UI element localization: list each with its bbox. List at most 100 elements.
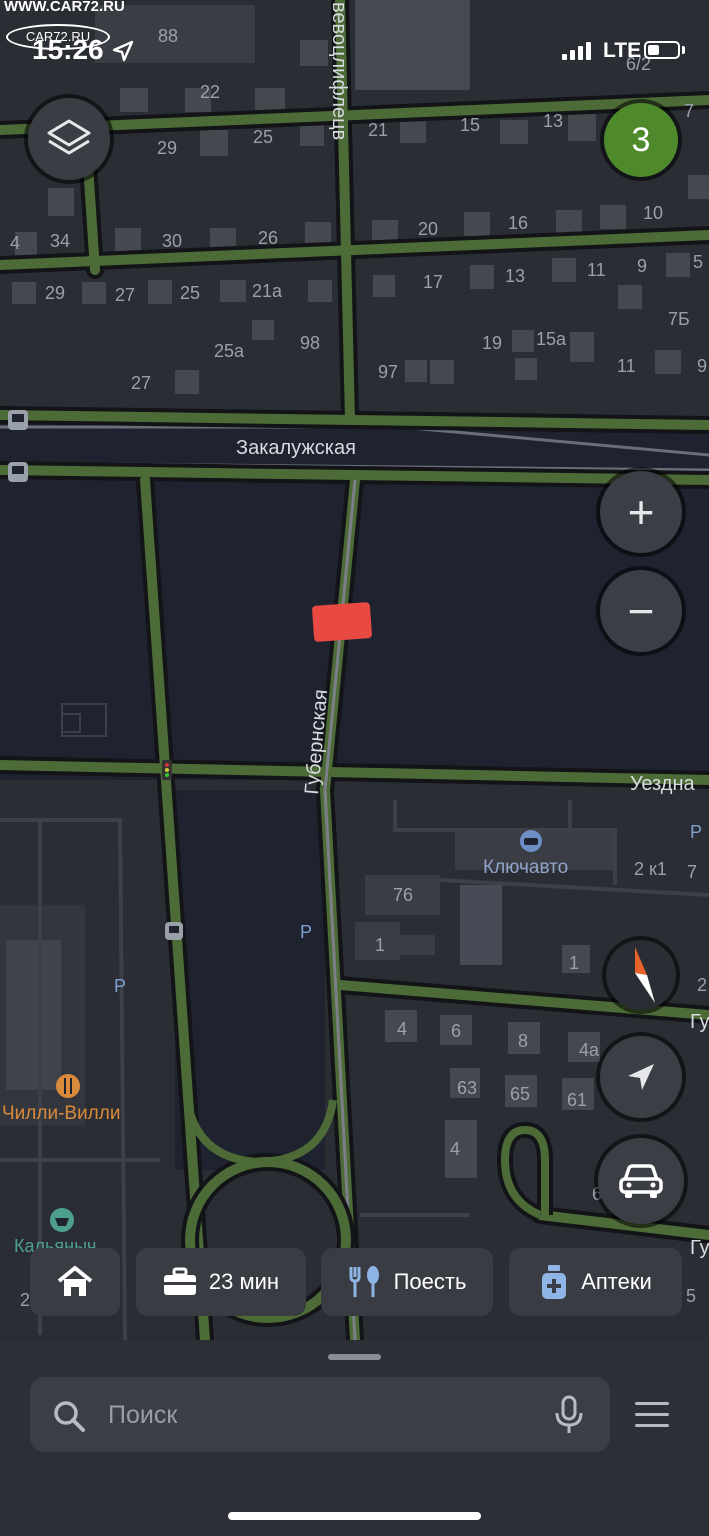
zoom-in-button[interactable]: + <box>600 471 682 553</box>
search-icon <box>54 1401 85 1432</box>
sheet-grabber[interactable] <box>328 1354 381 1360</box>
house-number: 25 <box>180 283 200 303</box>
battery-icon <box>644 41 680 59</box>
house-number: 4а <box>579 1040 600 1060</box>
house-number: 7 <box>684 101 694 121</box>
street-label-gu-2: Гу <box>690 1237 709 1259</box>
home-indicator[interactable] <box>228 1512 481 1520</box>
house-number: 21 <box>368 120 388 140</box>
house-number: 63 <box>457 1078 477 1098</box>
plus-icon: + <box>627 486 655 538</box>
briefcase-icon <box>163 1267 196 1295</box>
svg-text:P: P <box>300 922 312 942</box>
house-number: 29 <box>157 138 177 158</box>
location-services-icon <box>112 40 134 62</box>
house-number: 6 <box>451 1021 461 1041</box>
chip-work[interactable]: 23 мин <box>136 1248 306 1316</box>
network-type: LTE <box>603 39 642 62</box>
house-number: 5 <box>686 1286 696 1306</box>
house-number: 2 <box>697 975 707 995</box>
house-number: 29 <box>45 283 65 303</box>
drive-mode-button[interactable] <box>598 1138 684 1224</box>
bus-stop-icon[interactable] <box>8 410 28 430</box>
house-number: 16 <box>508 213 528 233</box>
house-number: 25 <box>253 127 273 147</box>
street-label-gu-1: Гу <box>690 1011 709 1033</box>
house-number: 27 <box>131 373 151 393</box>
home-icon <box>57 1266 93 1296</box>
house-number: 2 к1 <box>634 859 667 879</box>
house-number: 9 <box>637 256 647 276</box>
chip-pharmacy-label: Аптеки <box>581 1269 652 1294</box>
watermark-site: WWW.CAR72.RU <box>4 0 125 15</box>
house-number: 15 <box>460 115 480 135</box>
fork-icon <box>349 1266 379 1297</box>
search-input[interactable] <box>106 1377 550 1454</box>
house-number: 5 <box>693 252 703 272</box>
house-number: 17 <box>423 272 443 292</box>
house-number: 8 <box>518 1031 528 1051</box>
street-label-uezdnaya: Уездна <box>630 773 695 795</box>
car-icon <box>619 1164 663 1198</box>
house-number: 26 <box>258 228 278 248</box>
house-number: 1 <box>569 953 579 973</box>
street-label-zakaluzhskaya: Закалужская <box>236 437 356 459</box>
compass-button[interactable] <box>606 940 676 1010</box>
house-number: 34 <box>50 231 70 251</box>
poi-label: Ключавто <box>483 857 568 878</box>
house-number: 7 <box>687 862 697 882</box>
chip-work-label: 23 мин <box>208 1269 280 1294</box>
house-number: 4 <box>450 1139 460 1159</box>
house-number: 15а <box>536 329 567 349</box>
house-number: 2 <box>20 1290 30 1310</box>
house-number: 10 <box>643 203 663 223</box>
house-number: 1 <box>375 935 385 955</box>
house-number: 13 <box>543 111 563 131</box>
chip-home[interactable] <box>30 1248 120 1316</box>
poi-label: Чилли-Вилли <box>2 1103 120 1124</box>
house-number: 9 <box>697 356 707 376</box>
bus-stop-icon[interactable] <box>165 922 183 940</box>
status-time: 15:26 <box>32 34 104 65</box>
svg-text:P: P <box>690 822 702 842</box>
battery-tip <box>682 46 685 54</box>
pharmacy-icon <box>542 1265 567 1299</box>
house-number: 22 <box>200 82 220 102</box>
house-number: 7Б <box>668 309 690 329</box>
cellular-signal-icon <box>562 42 591 60</box>
menu-icon[interactable] <box>634 1400 670 1430</box>
house-number: 4 <box>397 1019 407 1039</box>
house-number: 11 <box>617 356 636 376</box>
house-number: 61 <box>567 1090 587 1110</box>
bus-stop-icon[interactable] <box>8 462 28 482</box>
chip-pharmacy[interactable]: Аптеки <box>509 1248 682 1316</box>
compass-icon <box>635 947 655 1003</box>
house-number: 19 <box>482 333 502 353</box>
house-number: 13 <box>505 266 525 286</box>
house-number: 98 <box>300 333 320 353</box>
svg-text:P: P <box>114 976 126 996</box>
house-number: 30 <box>162 231 182 251</box>
traffic-score-badge[interactable]: 3 <box>604 103 678 177</box>
my-location-button[interactable] <box>600 1036 682 1118</box>
chip-eat-label: Поесть <box>393 1269 467 1294</box>
layers-button[interactable] <box>28 98 110 180</box>
house-number: 27 <box>115 285 135 305</box>
house-number: 65 <box>510 1084 530 1104</box>
house-number: 97 <box>378 362 398 382</box>
house-number: 76 <box>393 885 413 905</box>
house-number: 21а <box>252 281 283 301</box>
zoom-out-button[interactable]: − <box>600 570 682 652</box>
chip-eat[interactable]: Поесть <box>321 1248 493 1316</box>
house-number: 20 <box>418 219 438 239</box>
layers-icon <box>47 119 91 155</box>
navigation-arrow-icon <box>628 1064 654 1090</box>
house-number: 88 <box>158 26 178 46</box>
microphone-icon[interactable] <box>554 1395 584 1435</box>
street-label-top: вевоцлифлецв <box>328 2 350 140</box>
minus-icon: − <box>627 585 655 637</box>
house-number: 11 <box>587 260 606 280</box>
search-bar[interactable] <box>30 1377 610 1454</box>
house-number: 25а <box>214 341 245 361</box>
bottom-sheet <box>0 1340 709 1536</box>
